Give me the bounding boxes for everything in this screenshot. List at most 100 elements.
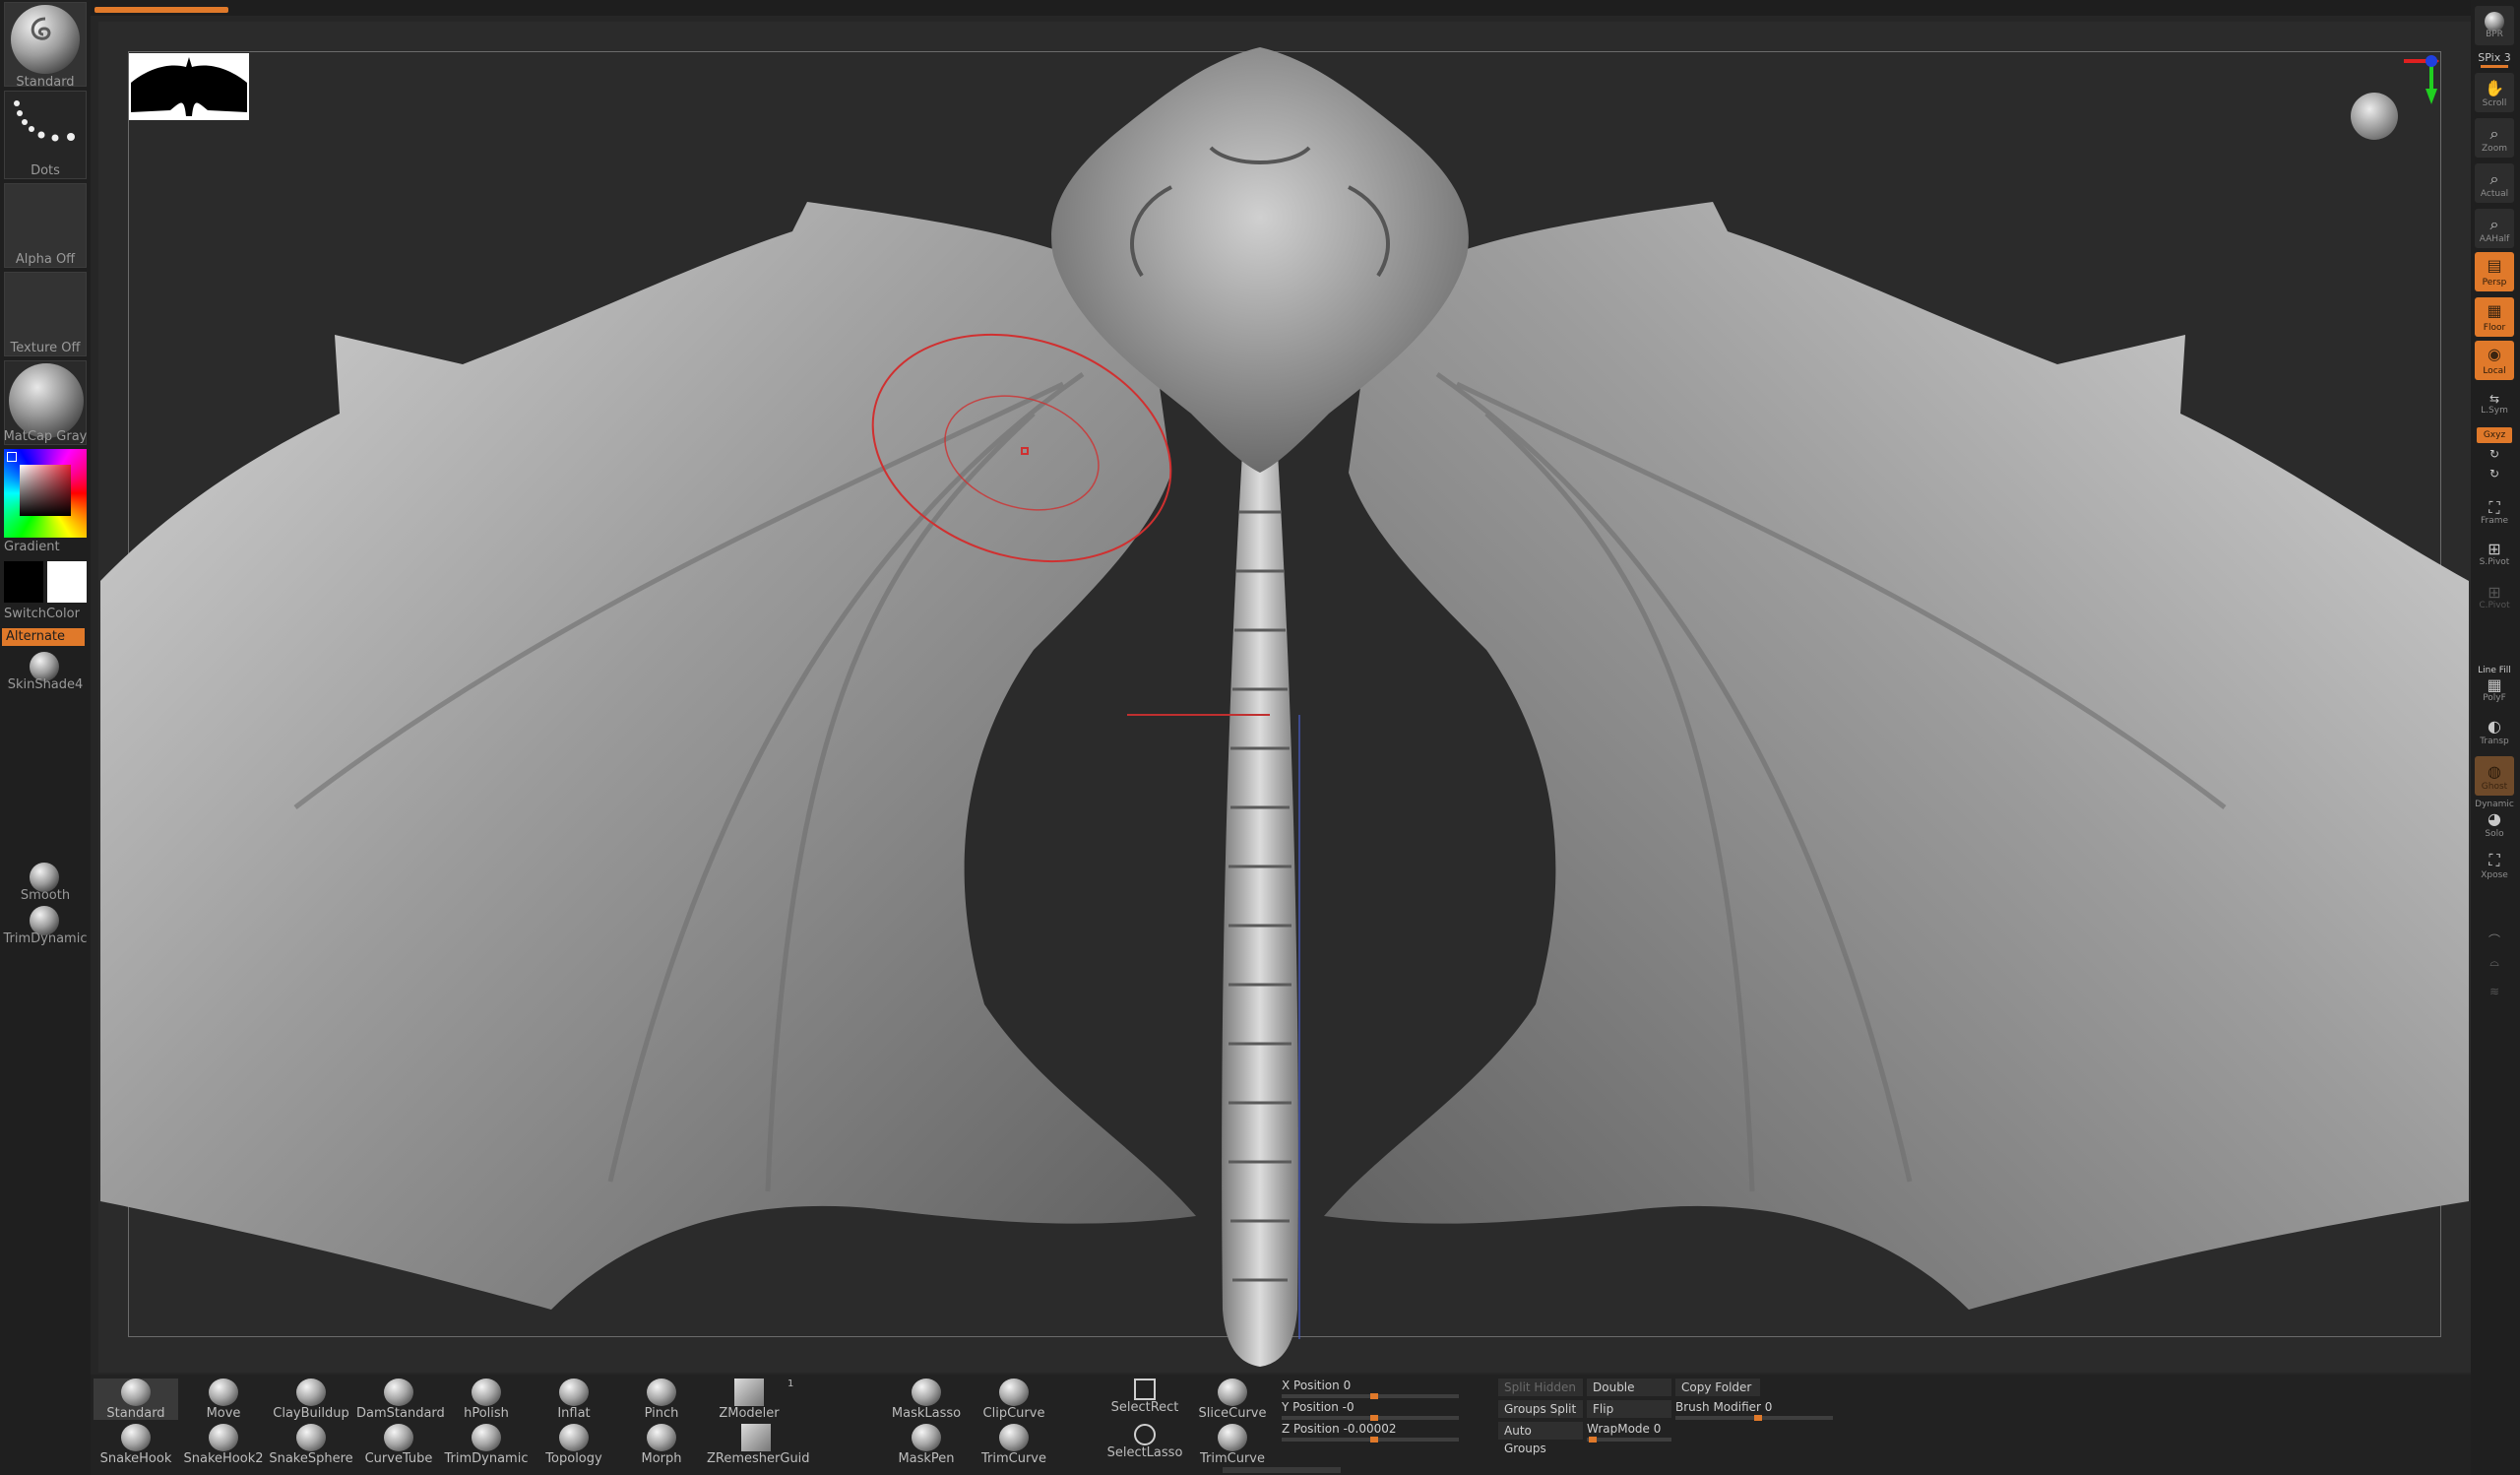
slicecurve-brush-icon xyxy=(1218,1379,1247,1406)
double-button[interactable]: Double xyxy=(1587,1379,1671,1396)
brush-label: SelectLasso xyxy=(1106,1445,1183,1460)
snakehook-brush-icon xyxy=(121,1424,151,1451)
clipcurve-brush-icon xyxy=(999,1379,1029,1406)
transp-button[interactable]: Transp xyxy=(2471,737,2518,746)
brush-zremesherguide[interactable]: ZRemesherGuid xyxy=(707,1424,810,1466)
groups-split-button[interactable]: Groups Split xyxy=(1498,1400,1583,1418)
brush-standard[interactable]: Standard xyxy=(94,1379,178,1421)
wrapmode-label: WrapMode 0 xyxy=(1587,1422,1662,1436)
spix-slider[interactable]: SPix 3 xyxy=(2471,51,2518,64)
brush-snakesphere[interactable]: SnakeSphere xyxy=(269,1424,353,1466)
dynamic-label: Dynamic xyxy=(2475,800,2514,809)
brush-selectrect[interactable]: SelectRect xyxy=(1102,1379,1187,1415)
wrapmode-slider[interactable]: WrapMode 0 xyxy=(1587,1422,1671,1443)
brush-trimcurve-2[interactable]: TrimCurve xyxy=(1190,1424,1275,1466)
arc-icon[interactable]: ⌓ xyxy=(2471,955,2518,970)
persp-label: Persp xyxy=(2482,278,2507,288)
brush-snakehook[interactable]: SnakeHook xyxy=(94,1424,178,1466)
zremesher-guide-icon xyxy=(741,1424,771,1451)
right-wing xyxy=(1324,202,2469,1310)
brush-modifier-label: Brush Modifier 0 xyxy=(1675,1400,1773,1414)
brush-claybuildup[interactable]: ClayBuildup xyxy=(269,1379,353,1421)
brush-snakehook2[interactable]: SnakeHook2 xyxy=(181,1424,266,1466)
brush-label: ZModeler xyxy=(719,1406,780,1421)
brush-label: Standard xyxy=(106,1406,165,1421)
bpr-icon xyxy=(2485,12,2504,32)
brush-trimcurve[interactable]: TrimCurve xyxy=(972,1424,1056,1466)
flip-button[interactable]: Flip xyxy=(1587,1400,1671,1418)
brush-modifier-slider[interactable]: Brush Modifier 0 xyxy=(1675,1400,1833,1421)
actual-label: Actual xyxy=(2480,189,2509,199)
lsym-button[interactable]: L.Sym xyxy=(2471,406,2518,416)
shelf-resize-handle[interactable] xyxy=(1223,1467,1341,1473)
brush-trimdynamic[interactable]: TrimDynamic xyxy=(444,1424,529,1466)
brush-label: TrimCurve xyxy=(1199,1451,1265,1466)
floor-label: Floor xyxy=(2483,323,2506,333)
move-brush-icon xyxy=(209,1379,238,1406)
xpose-button[interactable]: Xpose xyxy=(2471,870,2518,880)
model-thumbnail xyxy=(129,53,249,120)
aahalf-label: AAHalf xyxy=(2479,234,2510,244)
brush-clipcurve[interactable]: ClipCurve xyxy=(972,1379,1056,1421)
brush-move[interactable]: Move xyxy=(181,1379,266,1421)
spivot-button[interactable]: S.Pivot xyxy=(2471,557,2518,567)
frame-button[interactable]: Frame xyxy=(2471,516,2518,526)
brush-curvetube[interactable]: CurveTube xyxy=(356,1424,441,1466)
z-position-slider[interactable]: Z Position -0.00002 xyxy=(1282,1422,1459,1443)
cpivot-button[interactable]: C.Pivot xyxy=(2471,601,2518,610)
brush-label: DamStandard xyxy=(356,1406,445,1421)
brush-pinch[interactable]: Pinch xyxy=(619,1379,704,1421)
brush-topology[interactable]: Topology xyxy=(532,1424,616,1466)
layers-icon[interactable]: ≋ xyxy=(2471,985,2518,998)
trimcurve-brush-icon xyxy=(1218,1424,1247,1451)
inflat-brush-icon xyxy=(559,1379,589,1406)
zmodeler-cube-icon xyxy=(734,1379,764,1406)
morph-brush-icon xyxy=(647,1424,676,1451)
brush-maskpen[interactable]: MaskPen xyxy=(884,1424,969,1466)
solo-icon: ◕ xyxy=(2488,809,2501,828)
polyframe-icon: ▦ xyxy=(2487,675,2502,694)
gxyz-label: Gxyz xyxy=(2483,430,2506,440)
brush-label: Pinch xyxy=(644,1406,679,1421)
brush-selectlasso[interactable]: SelectLasso xyxy=(1102,1424,1187,1460)
floor-grid-icon: ▦ xyxy=(2487,301,2502,320)
polyf-button[interactable]: PolyF xyxy=(2471,693,2518,703)
actual-size-icon: ⌕ xyxy=(2489,169,2499,188)
dragon-silhouette-icon xyxy=(131,57,247,116)
solo-button[interactable]: Solo xyxy=(2471,829,2518,839)
curvetube-brush-icon xyxy=(384,1424,413,1451)
frame-icon: ⛶ xyxy=(2488,498,2500,517)
rotate-y-icon[interactable]: ↻ xyxy=(2471,447,2518,461)
copy-folder-button[interactable]: Copy Folder xyxy=(1675,1379,1760,1396)
brush-zmodeler[interactable]: ZModeler xyxy=(707,1379,791,1421)
spix-slider-fill xyxy=(2481,65,2508,68)
claybuildup-brush-icon xyxy=(296,1379,326,1406)
brush-morph[interactable]: Morph xyxy=(619,1424,704,1466)
zoom-icon: ⌕ xyxy=(2489,124,2499,143)
ghost-label: Ghost xyxy=(2481,782,2508,792)
navigation-gyro[interactable] xyxy=(2343,49,2441,148)
tail-spine xyxy=(1222,453,1298,1367)
brush-inflat[interactable]: Inflat xyxy=(532,1379,616,1421)
mini-gauge-icon[interactable]: ⌒ xyxy=(2471,931,2518,948)
brush-label: Topology xyxy=(545,1451,602,1466)
y-position-slider[interactable]: Y Position -0 xyxy=(1282,1400,1459,1421)
snakehook2-brush-icon xyxy=(209,1424,238,1451)
topology-brush-icon xyxy=(559,1424,589,1451)
brush-label: SnakeSphere xyxy=(269,1451,353,1466)
brush-slicecurve[interactable]: SliceCurve xyxy=(1190,1379,1275,1421)
brush-label: TrimDynamic xyxy=(444,1451,529,1466)
x-position-slider[interactable]: X Position 0 xyxy=(1282,1379,1459,1399)
lsym-icon: ⇆ xyxy=(2488,392,2500,406)
brush-hpolish[interactable]: hPolish xyxy=(444,1379,529,1421)
dragon-sculpt-model[interactable] xyxy=(0,0,2520,1475)
split-hidden-button[interactable]: Split Hidden xyxy=(1498,1379,1583,1396)
rotate-z-icon[interactable]: ↻ xyxy=(2471,467,2518,481)
auto-groups-button[interactable]: Auto Groups xyxy=(1498,1422,1583,1455)
x-position-label: X Position 0 xyxy=(1282,1379,1352,1392)
brush-label: Inflat xyxy=(557,1406,591,1421)
brush-label: MaskLasso xyxy=(891,1406,962,1421)
brush-masklasso[interactable]: MaskLasso xyxy=(884,1379,969,1421)
brush-damstandard[interactable]: DamStandard xyxy=(356,1379,445,1421)
scroll-label: Scroll xyxy=(2482,98,2507,108)
